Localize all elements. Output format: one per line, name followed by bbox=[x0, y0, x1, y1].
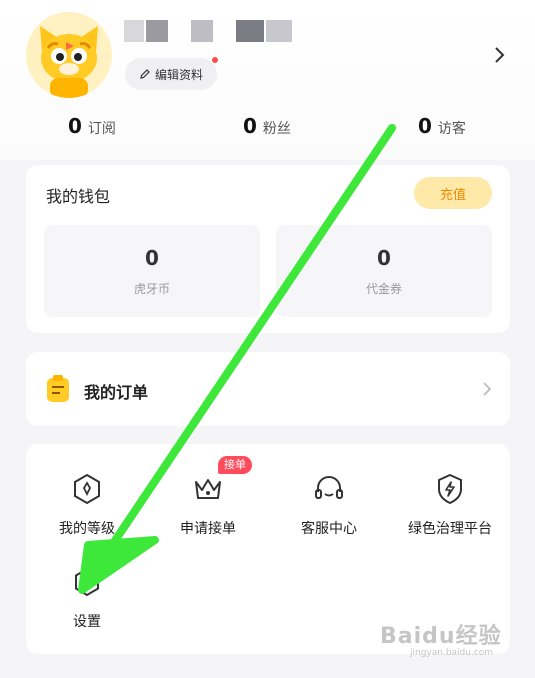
service-customer-center[interactable]: 客服中心 bbox=[269, 472, 389, 538]
service-my-level[interactable]: 我的等级 bbox=[27, 472, 147, 538]
wallet-card: 我的钱包 充值 0 虎牙币 0 代金券 bbox=[26, 165, 510, 333]
tiger-mascot-icon bbox=[26, 12, 112, 98]
edit-profile-label: 编辑资料 bbox=[154, 67, 203, 82]
my-orders-label: 我的订单 bbox=[84, 383, 149, 402]
service-settings[interactable]: 设置 bbox=[27, 565, 147, 631]
username-blurred bbox=[146, 20, 168, 42]
wallet-title: 我的钱包 bbox=[46, 187, 111, 206]
service-label: 我的等级 bbox=[59, 521, 115, 537]
username-blurred bbox=[266, 20, 292, 42]
baidu-watermark: Baidu经验 jingyan.baidu.com bbox=[380, 618, 520, 668]
edit-profile-button[interactable]: 编辑资料 bbox=[125, 58, 217, 90]
stat-value: 0 bbox=[243, 114, 257, 138]
username-blurred bbox=[124, 20, 144, 42]
balance-value: 0 bbox=[377, 245, 391, 270]
stat-visitors[interactable]: 0 访客 bbox=[418, 114, 466, 144]
notification-dot bbox=[212, 57, 218, 63]
chevron-right-icon bbox=[483, 382, 492, 396]
stat-subscriptions[interactable]: 0 订阅 bbox=[68, 114, 116, 144]
balance-value: 0 bbox=[145, 245, 159, 270]
wallet-vouchers[interactable]: 0 代金券 bbox=[276, 225, 492, 317]
my-orders-row[interactable]: 我的订单 bbox=[26, 352, 510, 426]
service-label: 客服中心 bbox=[301, 521, 357, 537]
service-label: 申请接单 bbox=[180, 521, 236, 537]
crown-icon bbox=[195, 479, 221, 499]
balance-label: 虎牙币 bbox=[133, 281, 170, 296]
username-blurred bbox=[236, 20, 264, 42]
stat-label: 订阅 bbox=[87, 121, 116, 137]
wallet-huya-coins[interactable]: 0 虎牙币 bbox=[44, 225, 260, 317]
stat-label: 访客 bbox=[437, 121, 466, 137]
balance-label: 代金券 bbox=[365, 281, 402, 296]
settings-hexagon-icon bbox=[75, 567, 99, 597]
service-apply-orders[interactable]: 申请接单 bbox=[148, 472, 268, 538]
apply-orders-badge: 接单 bbox=[218, 456, 252, 474]
headset-icon bbox=[315, 476, 343, 499]
order-clipboard-icon bbox=[47, 375, 69, 402]
username-blurred bbox=[191, 20, 213, 42]
recharge-button[interactable]: 充值 bbox=[414, 177, 492, 209]
service-label: 设置 bbox=[73, 614, 101, 630]
pencil-icon bbox=[140, 69, 150, 79]
service-green-platform[interactable]: 绿色治理平台 bbox=[390, 472, 510, 538]
stat-value: 0 bbox=[418, 114, 432, 138]
chevron-right-icon[interactable] bbox=[492, 45, 508, 65]
stat-value: 0 bbox=[68, 114, 82, 138]
level-badge-icon bbox=[74, 473, 100, 505]
profile-header: 编辑资料 0 订阅 0 粉丝 0 访客 bbox=[0, 0, 535, 160]
shield-lightning-icon bbox=[438, 473, 462, 505]
watermark-text: Baidu经验 bbox=[380, 624, 502, 649]
stat-fans[interactable]: 0 粉丝 bbox=[243, 114, 291, 144]
watermark-url: jingyan.baidu.com bbox=[410, 648, 494, 658]
stat-label: 粉丝 bbox=[262, 121, 291, 137]
service-label: 绿色治理平台 bbox=[408, 521, 492, 537]
avatar[interactable] bbox=[26, 12, 112, 98]
